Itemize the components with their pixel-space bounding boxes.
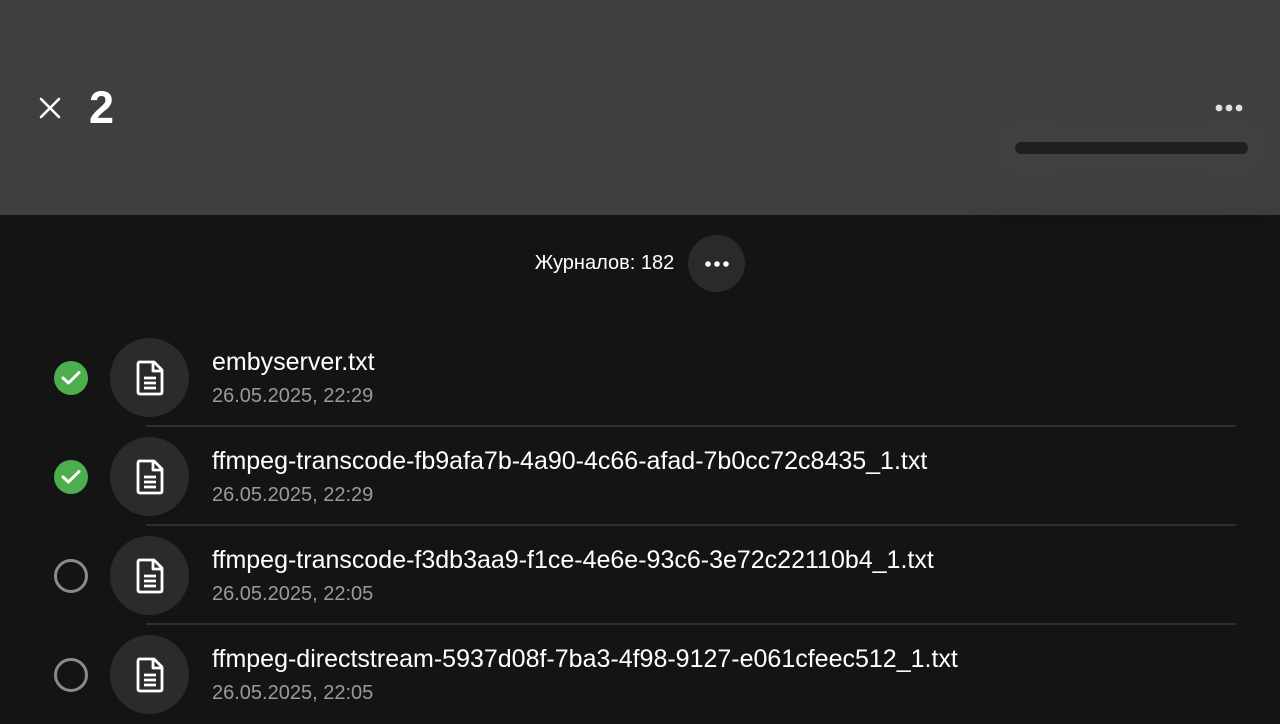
- more-horizontal-icon: [1215, 104, 1243, 112]
- file-date: 26.05.2025, 22:29: [212, 484, 374, 506]
- close-icon: [39, 97, 61, 119]
- list-item[interactable]: ffmpeg-directstream-5937d08f-7ba3-4f98-9…: [0, 625, 1280, 724]
- selected-count: 2: [89, 82, 115, 133]
- log-count-label: Журналов: 182: [534, 252, 675, 274]
- list-item[interactable]: ffmpeg-transcode-fb9afa7b-4a90-4c66-afad…: [0, 427, 1280, 526]
- selected-check-icon[interactable]: [54, 361, 88, 395]
- log-count-row: Журналов: 182: [0, 235, 1280, 292]
- log-list-more-button[interactable]: [688, 235, 746, 292]
- header-bar: [1015, 142, 1248, 154]
- header-more-button[interactable]: [1207, 86, 1251, 130]
- file-date: 26.05.2025, 22:05: [212, 682, 374, 704]
- file-date: 26.05.2025, 22:05: [212, 583, 374, 605]
- file-date: 26.05.2025, 22:29: [212, 385, 374, 407]
- list-item[interactable]: embyserver.txt 26.05.2025, 22:29: [0, 328, 1280, 427]
- document-icon: [110, 536, 189, 615]
- unselected-circle-icon[interactable]: [54, 658, 88, 692]
- file-name: embyserver.txt: [212, 348, 375, 376]
- log-file-list: embyserver.txt 26.05.2025, 22:29 ffmpeg-…: [0, 328, 1280, 724]
- file-name: ffmpeg-transcode-f3db3aa9-f1ce-4e6e-93c6…: [212, 546, 934, 574]
- file-name: ffmpeg-directstream-5937d08f-7ba3-4f98-9…: [212, 645, 958, 673]
- selection-header: 2: [0, 0, 1280, 215]
- selected-check-icon[interactable]: [54, 460, 88, 494]
- more-horizontal-icon: [704, 260, 729, 267]
- document-icon: [110, 338, 189, 417]
- close-selection-button[interactable]: [30, 88, 70, 128]
- unselected-circle-icon[interactable]: [54, 559, 88, 593]
- document-icon: [110, 437, 189, 516]
- document-icon: [110, 635, 189, 714]
- list-item[interactable]: ffmpeg-transcode-f3db3aa9-f1ce-4e6e-93c6…: [0, 526, 1280, 625]
- file-name: ffmpeg-transcode-fb9afa7b-4a90-4c66-afad…: [212, 447, 928, 475]
